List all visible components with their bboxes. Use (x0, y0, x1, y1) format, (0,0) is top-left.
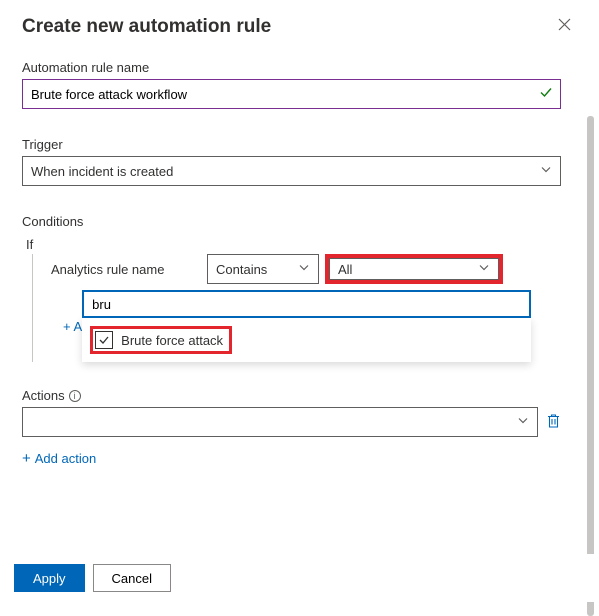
trigger-label: Trigger (22, 137, 561, 152)
condition-operator-select[interactable]: Contains (207, 254, 319, 284)
page-title: Create new automation rule (22, 16, 271, 38)
chevron-down-icon (517, 415, 529, 430)
plus-icon: + (22, 451, 31, 466)
add-condition-link[interactable]: + A (63, 319, 82, 334)
conditions-label: Conditions (22, 214, 561, 229)
scrollbar-track[interactable] (588, 58, 597, 558)
footer: Apply Cancel (0, 554, 599, 602)
rule-name-label: Automation rule name (22, 60, 561, 75)
scrollbar-thumb[interactable] (587, 116, 594, 616)
condition-value: All (338, 262, 352, 277)
chevron-down-icon (478, 262, 490, 277)
condition-option[interactable]: Brute force attack (90, 326, 232, 354)
condition-option-label: Brute force attack (121, 333, 223, 348)
add-action-label: Add action (35, 451, 96, 466)
trash-icon (546, 413, 561, 429)
trigger-select[interactable]: When incident is created (22, 156, 561, 186)
condition-operator-value: Contains (216, 262, 267, 277)
condition-search-input[interactable] (82, 290, 531, 318)
condition-field-label: Analytics rule name (51, 262, 201, 277)
action-select[interactable] (22, 407, 538, 437)
info-icon: i (69, 390, 81, 402)
delete-action-button[interactable] (546, 413, 561, 432)
trigger-value: When incident is created (31, 164, 173, 179)
cancel-button[interactable]: Cancel (93, 564, 171, 592)
rule-name-input[interactable] (22, 79, 561, 109)
actions-label-text: Actions (22, 388, 65, 403)
actions-label: Actions i (22, 388, 561, 403)
chevron-down-icon (298, 262, 310, 277)
chevron-down-icon (540, 164, 552, 179)
apply-button[interactable]: Apply (14, 564, 85, 592)
close-icon (558, 18, 571, 31)
add-action-button[interactable]: + Add action (22, 451, 96, 466)
checkmark-icon (539, 86, 553, 103)
checkbox-icon (95, 331, 113, 349)
if-label: If (26, 237, 561, 252)
condition-value-select[interactable]: All (329, 258, 499, 280)
close-button[interactable] (552, 16, 577, 36)
